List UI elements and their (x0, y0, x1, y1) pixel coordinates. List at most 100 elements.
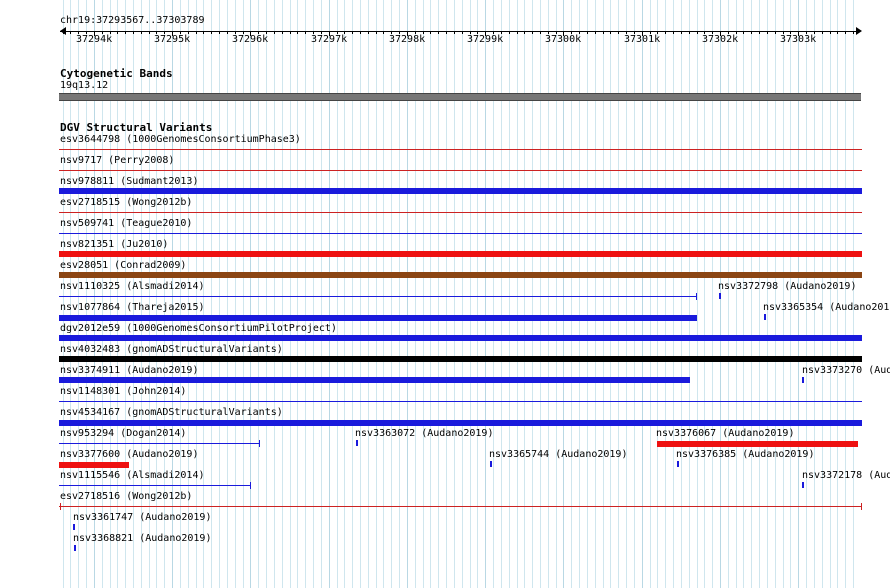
feature-bar[interactable] (59, 149, 862, 150)
ruler-minor-tick (837, 31, 838, 34)
feature-bar[interactable] (59, 315, 697, 321)
ruler-minor-tick (368, 31, 369, 34)
feature-bar[interactable] (802, 377, 804, 383)
feature-label[interactable]: esv2718516 (Wong2012b) (60, 491, 192, 503)
grid-line (219, 0, 220, 588)
feature-bar[interactable] (59, 462, 129, 468)
feature-bar[interactable] (59, 443, 259, 444)
feature-label[interactable]: nsv4032483 (gnomADStructuralVariants) (60, 344, 283, 356)
grid-line (203, 0, 204, 588)
grid-line (438, 0, 439, 588)
ruler-minor-tick (454, 31, 455, 34)
ruler-minor-tick (665, 31, 666, 34)
feature-label[interactable]: nsv3368821 (Audano2019) (73, 533, 211, 545)
feature-bar[interactable] (719, 293, 721, 299)
feature-bar[interactable] (59, 272, 862, 278)
grid-line (383, 0, 384, 588)
grid-line (634, 0, 635, 588)
ruler-minor-tick (845, 31, 846, 34)
grid-line (376, 0, 377, 588)
grid-line (571, 0, 572, 588)
feature-label[interactable]: nsv509741 (Teague2010) (60, 218, 192, 230)
feature-label[interactable]: esv3644798 (1000GenomesConsortiumPhase3) (60, 134, 301, 146)
feature-bar[interactable] (59, 296, 697, 297)
ruler-tick-label: 37303k (780, 34, 817, 45)
grid-line (337, 0, 338, 588)
feature-label[interactable]: dgv2012e59 (1000GenomesConsortiumPilotPr… (60, 323, 337, 335)
feature-label[interactable]: nsv3363072 (Audano2019) (355, 428, 493, 440)
grid-line (517, 0, 518, 588)
feature-label[interactable]: esv28051 (Conrad2009) (60, 260, 186, 272)
feature-bar[interactable] (677, 461, 679, 467)
feature-label[interactable]: nsv3376067 (Audano2019) (656, 428, 794, 440)
feature-bar[interactable] (356, 440, 358, 446)
ruler-tick-label: 37302k (702, 34, 739, 45)
feature-label[interactable]: nsv3372798 (Audano2019) (718, 281, 856, 293)
ruler-minor-tick (853, 31, 854, 34)
grid-line (321, 0, 322, 588)
feature-label[interactable]: nsv4534167 (gnomADStructuralVariants) (60, 407, 283, 419)
feature-label[interactable]: esv2718515 (Wong2012b) (60, 197, 192, 209)
feature-bar[interactable] (59, 233, 862, 234)
feature-bar[interactable] (490, 461, 492, 467)
feature-bar[interactable] (59, 377, 690, 383)
feature-bar[interactable] (59, 335, 862, 341)
ruler-tick-label: 37298k (389, 34, 426, 45)
feature-label[interactable]: nsv3373270 (Audano2019) (802, 365, 890, 377)
feature-label[interactable]: nsv1148301 (John2014) (60, 386, 186, 398)
feature-label[interactable]: nsv1077864 (Thareja2015) (60, 302, 205, 314)
feature-label[interactable]: nsv1115546 (Alsmadi2014) (60, 470, 205, 482)
grid-line (759, 0, 760, 588)
cytoband-label[interactable]: 19q13.12 (60, 80, 108, 92)
grid-line (650, 0, 651, 588)
feature-bar[interactable] (74, 545, 76, 551)
grid-line (415, 0, 416, 588)
feature-label[interactable]: nsv3376385 (Audano2019) (676, 449, 814, 461)
feature-bar[interactable] (59, 251, 862, 257)
ruler-minor-tick (587, 31, 588, 34)
grid-line (399, 0, 400, 588)
feature-bar[interactable] (657, 441, 858, 447)
cytoband-track-title: Cytogenetic Bands (60, 67, 173, 80)
ruler-right-arrow-icon[interactable] (856, 27, 862, 35)
ruler-minor-tick (117, 31, 118, 34)
feature-label[interactable]: nsv3361747 (Audano2019) (73, 512, 211, 524)
feature-label[interactable]: nsv3372178 (Audano2019) (802, 470, 890, 482)
ruler-minor-tick (438, 31, 439, 34)
ruler-minor-tick (775, 31, 776, 34)
ruler-minor-tick (681, 31, 682, 34)
grid-line (626, 0, 627, 588)
feature-label[interactable]: nsv3365354 (Audano2019) (763, 302, 890, 314)
ruler-minor-tick (751, 31, 752, 34)
grid-line (736, 0, 737, 588)
feature-bar[interactable] (59, 170, 862, 171)
feature-bar[interactable] (59, 506, 862, 507)
feature-bar[interactable] (764, 314, 766, 320)
feature-bar[interactable] (59, 401, 862, 402)
feature-bar[interactable] (59, 485, 250, 486)
grid-line (822, 0, 823, 588)
ruler-minor-tick (383, 31, 384, 34)
feature-bar[interactable] (802, 482, 804, 488)
feature-bar[interactable] (59, 356, 862, 362)
feature-label[interactable]: nsv3377600 (Audano2019) (60, 449, 198, 461)
ruler-minor-tick (305, 31, 306, 34)
feature-bar[interactable] (59, 420, 862, 426)
feature-label[interactable]: nsv821351 (Ju2010) (60, 239, 168, 251)
feature-label[interactable]: nsv1110325 (Alsmadi2014) (60, 281, 205, 293)
feature-label[interactable]: nsv978811 (Sudmant2013) (60, 176, 198, 188)
grid-line (814, 0, 815, 588)
grid-line (454, 0, 455, 588)
feature-label[interactable]: nsv953294 (Dogan2014) (60, 428, 186, 440)
grid-line (579, 0, 580, 588)
feature-bar[interactable] (59, 212, 862, 213)
grid-line (446, 0, 447, 588)
feature-label[interactable]: nsv3374911 (Audano2019) (60, 365, 198, 377)
feature-label[interactable]: nsv3365744 (Audano2019) (489, 449, 627, 461)
grid-line (790, 0, 791, 588)
feature-bar[interactable] (59, 188, 862, 194)
ruler-minor-tick (125, 31, 126, 34)
cytoband-ideogram[interactable] (59, 93, 861, 101)
feature-bar[interactable] (73, 524, 75, 530)
feature-label[interactable]: nsv9717 (Perry2008) (60, 155, 174, 167)
